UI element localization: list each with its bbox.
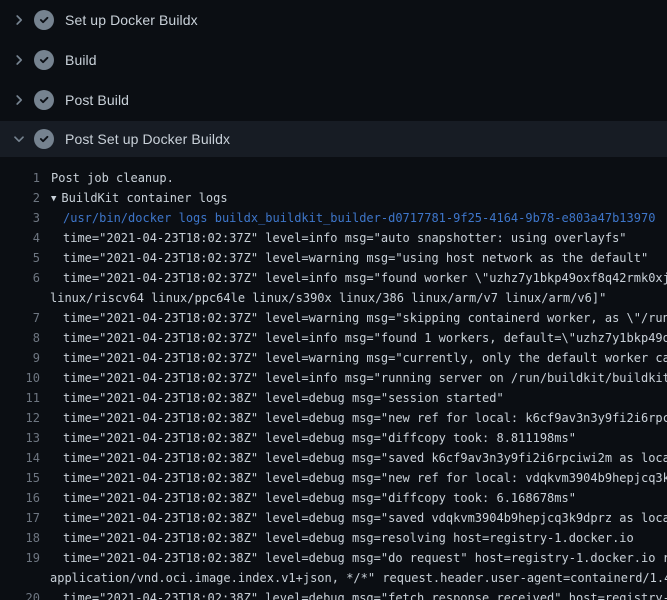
step-header-post-set-up-docker-buildx[interactable]: Post Set up Docker Buildx	[0, 121, 667, 157]
line-number[interactable]: 18	[0, 528, 40, 548]
chevron-right-icon	[11, 52, 27, 68]
line-number[interactable]: 8	[0, 328, 40, 348]
log-line: 16time="2021-04-23T18:02:38Z" level=debu…	[0, 488, 667, 508]
log-text: time="2021-04-23T18:02:37Z" level=info m…	[40, 368, 667, 388]
step-title: Build	[65, 52, 97, 68]
log-line: 18time="2021-04-23T18:02:38Z" level=debu…	[0, 528, 667, 548]
log-line: 10time="2021-04-23T18:02:37Z" level=info…	[0, 368, 667, 388]
line-number[interactable]: 2	[0, 188, 40, 208]
log-line: 19time="2021-04-23T18:02:38Z" level=debu…	[0, 548, 667, 568]
line-number[interactable]: 13	[0, 428, 40, 448]
line-number[interactable]: 5	[0, 248, 40, 268]
log-line: 12time="2021-04-23T18:02:38Z" level=debu…	[0, 408, 667, 428]
line-number[interactable]: 19	[0, 548, 40, 568]
log-text: time="2021-04-23T18:02:37Z" level=warnin…	[40, 308, 667, 328]
log-text: time="2021-04-23T18:02:38Z" level=debug …	[40, 428, 576, 448]
line-number	[0, 288, 40, 308]
log-line-group: 2 ▼BuildKit container logs	[0, 188, 667, 208]
line-number[interactable]: 4	[0, 228, 40, 248]
log-text: time="2021-04-23T18:02:38Z" level=debug …	[40, 408, 667, 428]
log-line: 8time="2021-04-23T18:02:37Z" level=info …	[0, 328, 667, 348]
chevron-down-icon	[11, 131, 27, 147]
line-number[interactable]: 17	[0, 508, 40, 528]
log-text: time="2021-04-23T18:02:37Z" level=warnin…	[40, 348, 667, 368]
line-number[interactable]: 9	[0, 348, 40, 368]
chevron-right-icon	[11, 92, 27, 108]
log-text: time="2021-04-23T18:02:38Z" level=debug …	[40, 508, 667, 528]
log-line-command: 3/usr/bin/docker logs buildx_buildkit_bu…	[0, 208, 667, 228]
step-title: Set up Docker Buildx	[65, 12, 198, 28]
log-line: 1Post job cleanup.	[0, 168, 667, 188]
log-line: 11time="2021-04-23T18:02:38Z" level=debu…	[0, 388, 667, 408]
line-number[interactable]: 12	[0, 408, 40, 428]
log-line: 7time="2021-04-23T18:02:37Z" level=warni…	[0, 308, 667, 328]
log-line-wrap: linux/riscv64 linux/ppc64le linux/s390x …	[0, 288, 667, 308]
line-number[interactable]: 7	[0, 308, 40, 328]
line-number[interactable]: 11	[0, 388, 40, 408]
log-text: /usr/bin/docker logs buildx_buildkit_bui…	[40, 208, 655, 228]
log-text: time="2021-04-23T18:02:37Z" level=info m…	[40, 228, 627, 248]
log-text: time="2021-04-23T18:02:37Z" level=warnin…	[40, 248, 648, 268]
line-number[interactable]: 10	[0, 368, 40, 388]
check-circle-icon	[34, 129, 54, 149]
line-number	[0, 568, 40, 588]
check-circle-icon	[34, 90, 54, 110]
log-text: time="2021-04-23T18:02:37Z" level=info m…	[40, 268, 667, 288]
log-line: 13time="2021-04-23T18:02:38Z" level=debu…	[0, 428, 667, 448]
log-text: application/vnd.oci.image.index.v1+json,…	[40, 568, 667, 588]
log-text: time="2021-04-23T18:02:38Z" level=debug …	[40, 468, 667, 488]
log-text: time="2021-04-23T18:02:38Z" level=debug …	[40, 548, 667, 568]
log-text: Post job cleanup.	[40, 168, 174, 188]
line-number[interactable]: 3	[0, 208, 40, 228]
steps-list: Set up Docker Buildx Build Post Build Post …	[0, 0, 667, 157]
log-line: 17time="2021-04-23T18:02:38Z" level=debu…	[0, 508, 667, 528]
log-text: time="2021-04-23T18:02:38Z" level=debug …	[40, 528, 634, 548]
log-lines: 1Post job cleanup.2 ▼BuildKit container l…	[0, 157, 667, 600]
line-number[interactable]: 20	[0, 588, 40, 600]
log-line: 9time="2021-04-23T18:02:37Z" level=warni…	[0, 348, 667, 368]
group-toggle-icon: ▼	[51, 189, 61, 208]
log-line: 6time="2021-04-23T18:02:37Z" level=info …	[0, 268, 667, 288]
log-text: time="2021-04-23T18:02:38Z" level=debug …	[40, 488, 576, 508]
line-number[interactable]: 6	[0, 268, 40, 288]
log-line-wrap: application/vnd.oci.image.index.v1+json,…	[0, 568, 667, 588]
log-line: 5time="2021-04-23T18:02:37Z" level=warni…	[0, 248, 667, 268]
step-header-post-build[interactable]: Post Build	[0, 80, 667, 120]
line-number[interactable]: 1	[0, 168, 40, 188]
step-title: Post Build	[65, 92, 129, 108]
check-circle-icon	[34, 10, 54, 30]
check-circle-icon	[34, 50, 54, 70]
log-line: 20time="2021-04-23T18:02:38Z" level=debu…	[0, 588, 667, 600]
log-line: 14time="2021-04-23T18:02:38Z" level=debu…	[0, 448, 667, 468]
chevron-right-icon	[11, 12, 27, 28]
step-title: Post Set up Docker Buildx	[65, 131, 230, 147]
line-number[interactable]: 15	[0, 468, 40, 488]
line-number[interactable]: 16	[0, 488, 40, 508]
step-header-build[interactable]: Build	[0, 40, 667, 80]
log-text: time="2021-04-23T18:02:38Z" level=debug …	[40, 588, 667, 600]
line-number[interactable]: 14	[0, 448, 40, 468]
log-text: time="2021-04-23T18:02:38Z" level=debug …	[40, 448, 667, 468]
actions-log-viewer: Set up Docker Buildx Build Post Build Post …	[0, 0, 667, 600]
log-text: time="2021-04-23T18:02:38Z" level=debug …	[40, 388, 504, 408]
log-text: linux/riscv64 linux/ppc64le linux/s390x …	[40, 288, 606, 308]
log-line: 15time="2021-04-23T18:02:38Z" level=debu…	[0, 468, 667, 488]
step-header-set-up-docker-buildx[interactable]: Set up Docker Buildx	[0, 0, 667, 40]
log-text: time="2021-04-23T18:02:37Z" level=info m…	[40, 328, 667, 348]
log-line: 4time="2021-04-23T18:02:37Z" level=info …	[0, 228, 667, 248]
group-label: BuildKit container logs	[61, 191, 227, 205]
